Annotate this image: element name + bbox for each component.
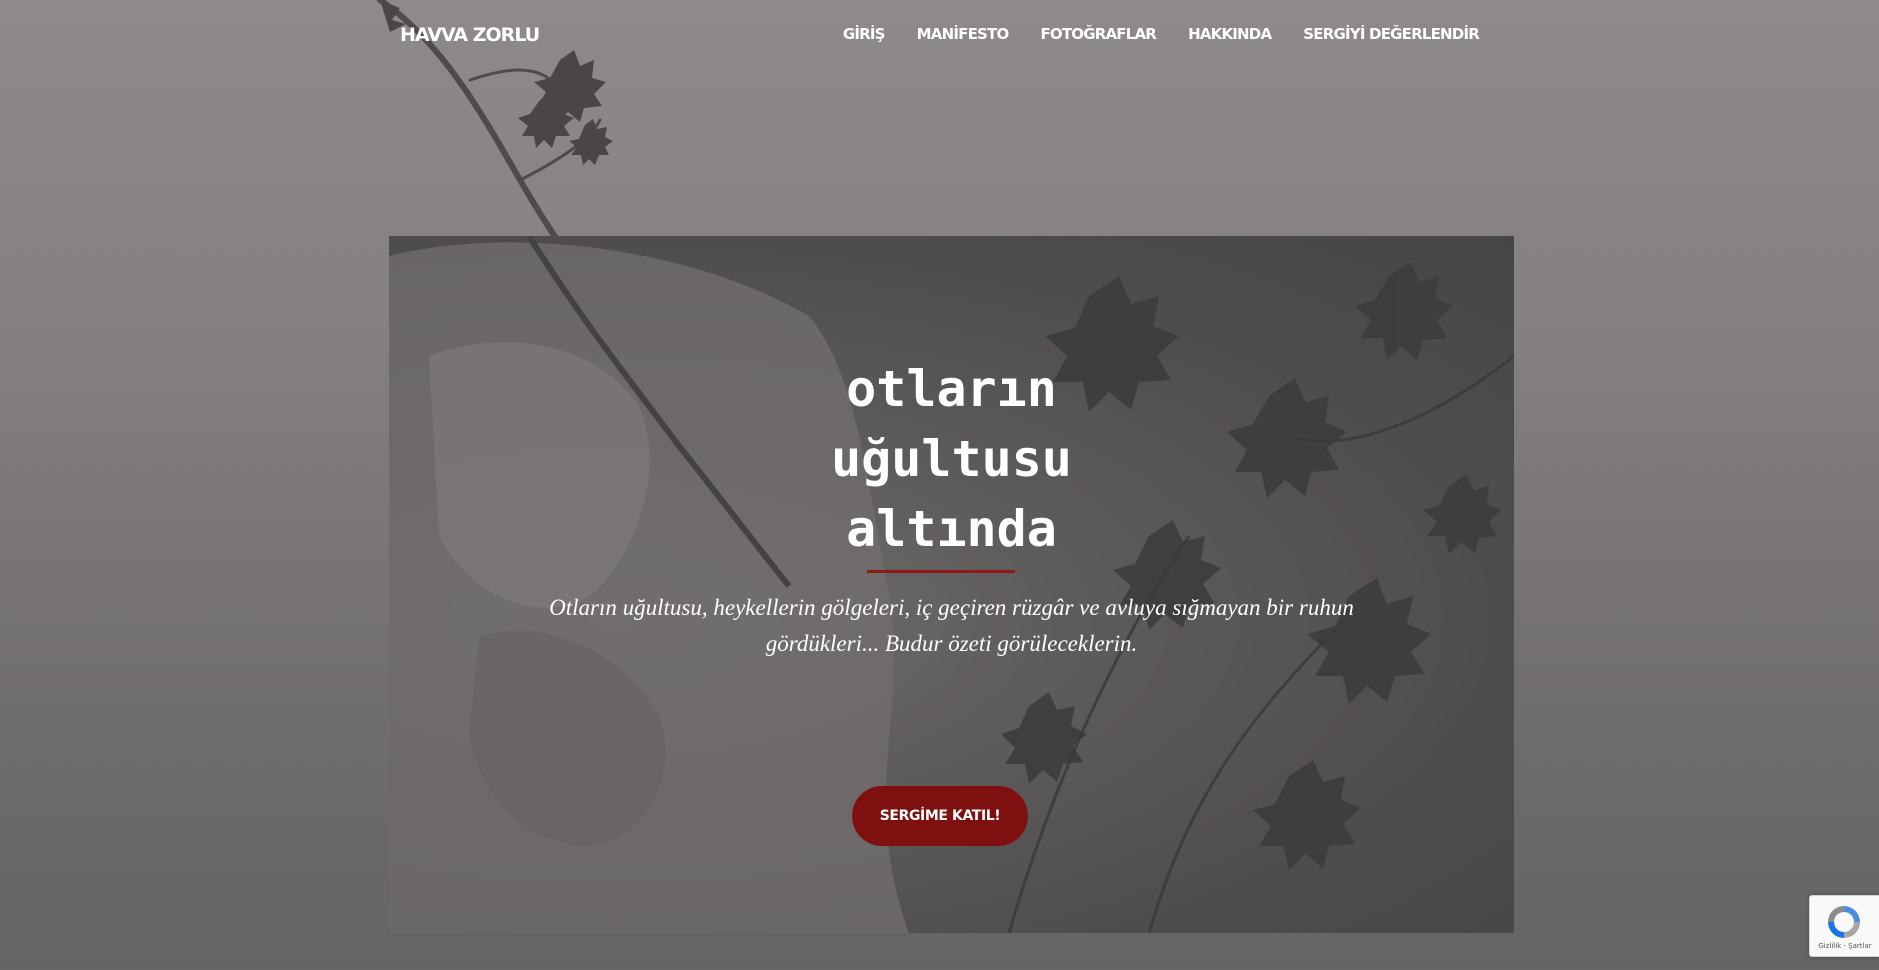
nav-link-sergiyi-degerlendir[interactable]: SERGİYİ DEĞERLENDİR	[1303, 25, 1480, 43]
nav-item-manifesto: MANİFESTO	[917, 25, 1010, 44]
nav-item-fotograflar: FOTOĞRAFLAR	[1040, 25, 1156, 44]
nav-item-giris: GİRİŞ	[843, 25, 886, 44]
recaptcha-badge[interactable]: Gizlilik - Şartlar	[1809, 895, 1879, 957]
join-exhibition-button[interactable]: SERGİME KATIL!	[852, 786, 1028, 846]
nav-link-giris[interactable]: GİRİŞ	[843, 25, 886, 43]
nav-item-hakkinda: HAKKINDA	[1188, 25, 1272, 44]
hero-title: otların uğultusu altında	[831, 360, 1072, 558]
title-divider	[867, 570, 1015, 573]
hero-subtitle: Otların uğultusu, heykellerin gölgeleri,…	[549, 595, 1354, 656]
nav-link-fotograflar[interactable]: FOTOĞRAFLAR	[1040, 25, 1156, 43]
nav-item-sergiyi-degerlendir: SERGİYİ DEĞERLENDİR	[1303, 25, 1480, 44]
nav-link-hakkinda[interactable]: HAKKINDA	[1188, 25, 1272, 43]
brand-logo-link[interactable]: HAVVA ZORLU	[400, 24, 540, 46]
hero-section: otların uğultusu altında Otların uğultus…	[389, 236, 1514, 933]
main-nav: GİRİŞ MANİFESTO FOTOĞRAFLAR HAKKINDA SER…	[843, 25, 1480, 44]
top-navbar: HAVVA ZORLU GİRİŞ MANİFESTO FOTOĞRAFLAR …	[0, 0, 1879, 72]
nav-link-manifesto[interactable]: MANİFESTO	[917, 25, 1010, 43]
recaptcha-logo-icon	[1828, 906, 1860, 938]
recaptcha-legal-text[interactable]: Gizlilik - Şartlar	[1810, 942, 1879, 950]
